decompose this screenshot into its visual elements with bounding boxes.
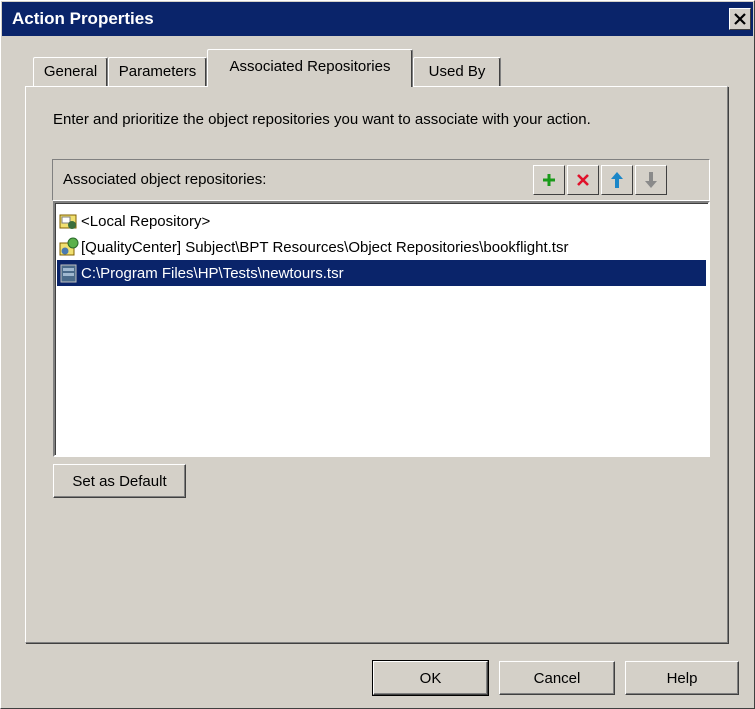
list-item[interactable]: [QualityCenter] Subject\BPT Resources\Ob… [57, 234, 706, 260]
instruction-text: Enter and prioritize the object reposito… [53, 111, 591, 128]
list-item-selected[interactable]: C:\Program Files\HP\Tests\newtours.tsr [57, 260, 706, 286]
ok-button[interactable]: OK [372, 660, 489, 696]
list-item-label: <Local Repository> [81, 212, 211, 230]
window-title: Action Properties [12, 9, 154, 28]
help-button[interactable]: Help [625, 661, 739, 695]
close-icon [734, 13, 746, 25]
arrow-down-icon [645, 172, 657, 188]
delete-x-icon [577, 174, 589, 186]
tab-parameters[interactable]: Parameters [108, 57, 207, 86]
title-bar[interactable]: Action Properties [2, 2, 753, 36]
arrow-up-icon [611, 172, 623, 188]
cancel-button[interactable]: Cancel [499, 661, 615, 695]
list-item-label: [QualityCenter] Subject\BPT Resources\Ob… [81, 238, 569, 256]
qc-repository-icon [59, 237, 79, 256]
list-item[interactable]: <Local Repository> [57, 208, 706, 234]
tab-general[interactable]: General [33, 57, 108, 86]
set-as-default-button[interactable]: Set as Default [53, 464, 186, 498]
plus-icon [543, 174, 555, 186]
move-down-button[interactable] [635, 165, 667, 195]
tab-used-by[interactable]: Used By [413, 57, 501, 86]
close-button[interactable] [729, 8, 751, 30]
file-repository-icon [60, 264, 77, 283]
repositories-header: Associated object repositories: [52, 159, 710, 201]
local-repository-icon [59, 214, 77, 229]
repositories-list[interactable]: <Local Repository> [QualityCenter] Subje… [53, 201, 710, 457]
list-item-label: C:\Program Files\HP\Tests\newtours.tsr [81, 264, 344, 282]
tab-associated-repositories[interactable]: Associated Repositories [207, 49, 413, 87]
action-properties-dialog: Action Properties General Parameters Ass… [0, 0, 755, 709]
remove-repository-button[interactable] [567, 165, 599, 195]
add-repository-button[interactable] [533, 165, 565, 195]
repositories-header-label: Associated object repositories: [63, 171, 267, 188]
move-up-button[interactable] [601, 165, 633, 195]
